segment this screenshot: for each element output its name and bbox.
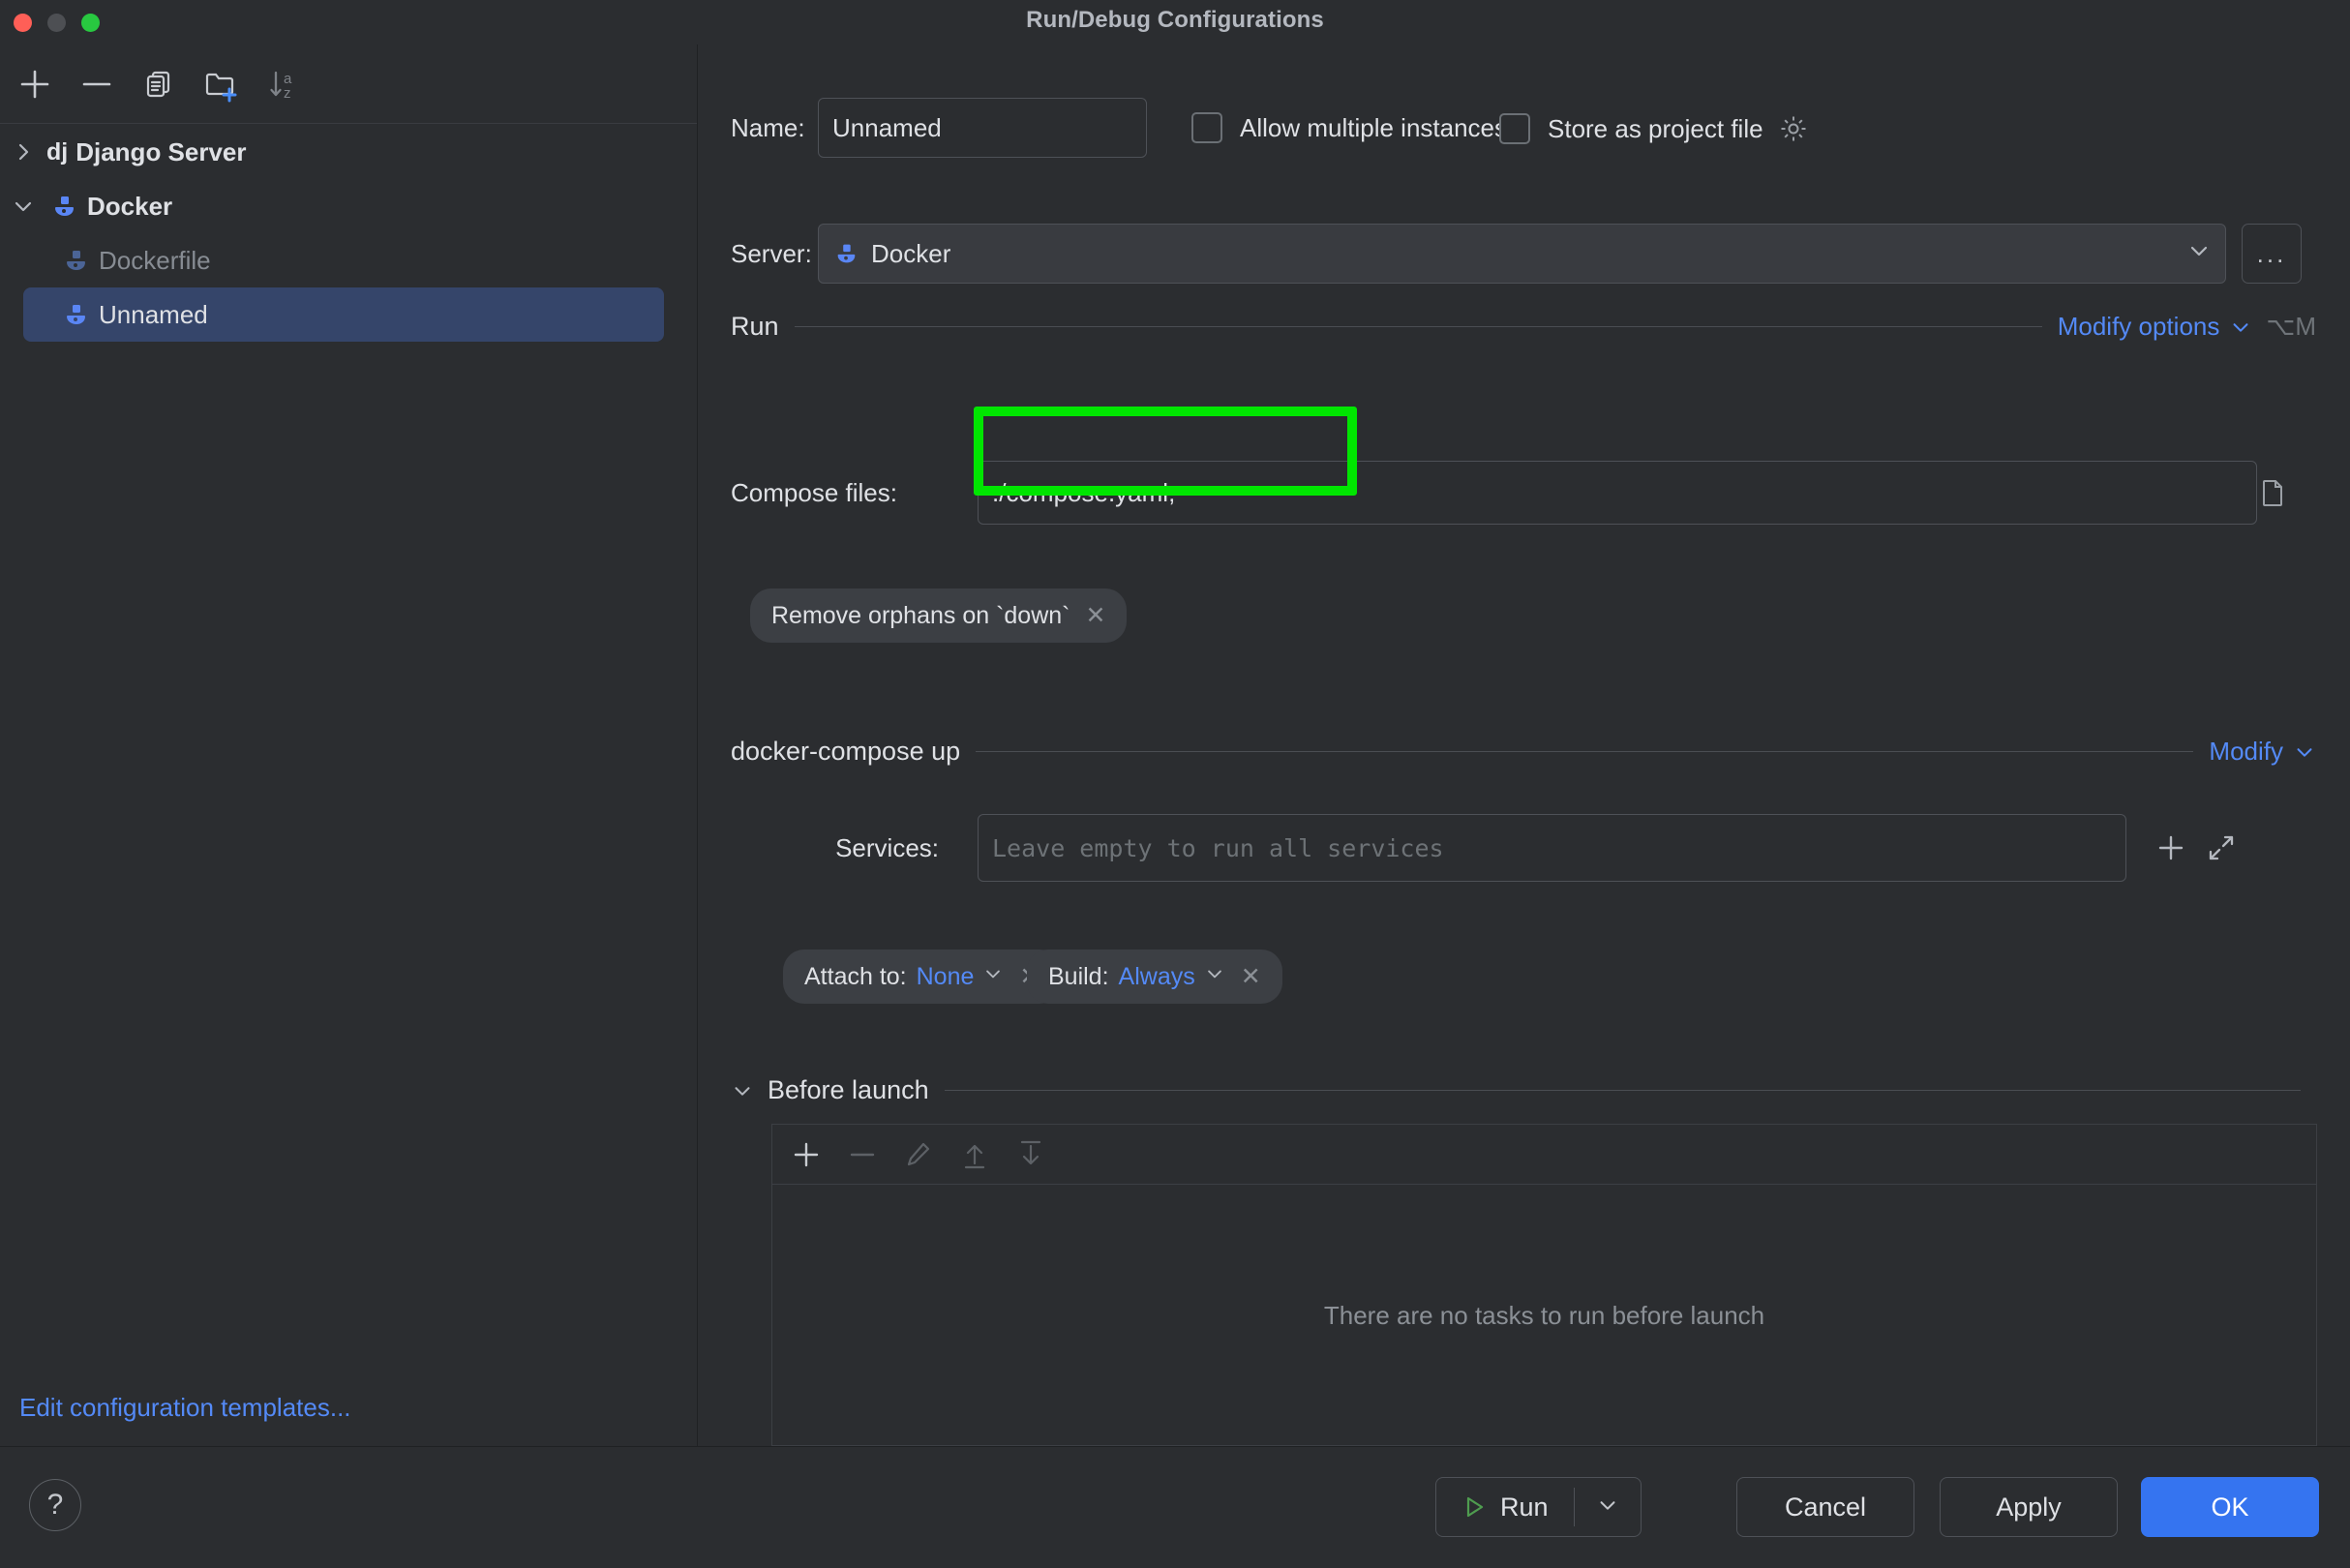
attach-to-chip[interactable]: Attach to: None ✕ [783, 950, 1062, 1004]
tree-item-label: Dockerfile [99, 245, 211, 275]
chevron-down-icon[interactable] [982, 963, 1004, 990]
name-row: Name: Unnamed [731, 98, 1147, 158]
before-launch-task-list: There are no tasks to run before launch [771, 1124, 2317, 1446]
services-label: Services: [835, 832, 939, 862]
tree-item-label: Django Server [75, 136, 247, 166]
build-chip-value[interactable]: Always [1119, 963, 1195, 991]
run-debug-configurations-dialog: Run/Debug Configurations a z dj Django S… [0, 0, 2350, 1568]
edit-configuration-templates-link[interactable]: Edit configuration templates... [19, 1393, 351, 1423]
tree-item-django-server[interactable]: dj Django Server [0, 125, 697, 179]
edit-task-button [902, 1138, 935, 1171]
configuration-editor-panel: Name: Unnamed Allow multiple instances S… [698, 45, 2350, 1446]
docker-icon [58, 300, 93, 329]
name-input[interactable]: Unnamed [818, 98, 1147, 158]
move-task-down-button [1014, 1138, 1047, 1171]
build-chip-label: Build: [1048, 962, 1109, 990]
name-label: Name: [731, 112, 805, 142]
docker-icon [46, 192, 81, 221]
attach-to-chip-label: Attach to: [804, 962, 907, 990]
docker-icon [832, 240, 859, 267]
allow-multiple-instances-checkbox[interactable] [1191, 112, 1222, 143]
close-icon[interactable]: ✕ [1241, 962, 1261, 991]
expand-icon[interactable] [2205, 831, 2238, 864]
chevron-down-icon[interactable] [2229, 316, 2252, 339]
chevron-down-icon[interactable] [2186, 238, 2212, 270]
docker-icon [58, 246, 93, 275]
remove-orphans-chip-label: Remove orphans on `down` [771, 601, 1070, 629]
services-input[interactable]: Leave empty to run all services [978, 814, 2126, 882]
svg-text:z: z [284, 85, 291, 102]
server-select[interactable]: Docker [818, 224, 2226, 284]
compose-up-section-header: docker-compose up Modify [731, 737, 2316, 767]
section-divider [976, 751, 2194, 752]
plus-icon[interactable] [2154, 831, 2187, 864]
before-launch-title: Before launch [768, 1075, 929, 1104]
section-divider [944, 1090, 2301, 1091]
before-launch-header[interactable]: Before launch [731, 1075, 2316, 1105]
server-select-value: Docker [871, 238, 951, 268]
chevron-right-icon[interactable] [0, 141, 46, 163]
before-launch-empty-text: There are no tasks to run before launch [1323, 1300, 1765, 1330]
move-task-up-button [958, 1138, 991, 1171]
gear-icon[interactable] [1777, 112, 1810, 145]
tree-item-label: Docker [87, 191, 173, 221]
django-icon: dj [46, 137, 69, 166]
store-as-project-file-checkbox[interactable] [1499, 113, 1530, 144]
services-row: Services: Leave empty to run all service… [731, 814, 2318, 882]
new-folder-button[interactable] [194, 57, 248, 111]
run-button[interactable]: Run [1435, 1477, 1642, 1537]
section-divider [794, 326, 2042, 327]
window-title: Run/Debug Configurations [1026, 7, 1324, 33]
run-button-label: Run [1500, 1492, 1549, 1522]
server-row: Server: Docker ... [731, 224, 2318, 284]
before-launch-toolbar [772, 1125, 2316, 1185]
remove-task-button [846, 1138, 879, 1171]
window-titlebar: Run/Debug Configurations [0, 0, 2350, 45]
attach-to-chip-value[interactable]: None [917, 963, 975, 991]
sort-alphabetically-button[interactable]: a z [256, 57, 310, 111]
help-button[interactable]: ? [29, 1479, 81, 1531]
store-as-project-file-row[interactable]: Store as project file [1499, 112, 1810, 145]
tree-item-docker[interactable]: Docker [0, 179, 697, 233]
chevron-down-icon[interactable] [0, 196, 46, 217]
compose-files-label: Compose files: [731, 477, 897, 507]
allow-multiple-instances-label: Allow multiple instances [1240, 112, 1508, 142]
remove-configuration-button[interactable] [70, 57, 124, 111]
modify-options-shortcut: ⌥M [2266, 312, 2316, 341]
file-browse-icon[interactable] [2256, 476, 2289, 509]
compose-files-row: Compose files: ./compose.yaml; [731, 461, 2318, 525]
chevron-down-icon[interactable] [2293, 740, 2316, 764]
apply-button[interactable]: Apply [1940, 1477, 2118, 1537]
modify-link[interactable]: Modify [2209, 737, 2283, 767]
remove-orphans-chip[interactable]: Remove orphans on `down` ✕ [750, 588, 1128, 643]
chevron-down-icon[interactable] [731, 1079, 754, 1102]
tree-item-dockerfile[interactable]: Dockerfile [0, 233, 697, 287]
copy-configuration-button[interactable] [132, 57, 186, 111]
close-icon[interactable]: ✕ [1086, 601, 1106, 630]
compose-up-section-title: docker-compose up [731, 737, 961, 766]
play-icon [1461, 1494, 1487, 1520]
dialog-footer: ? Run Cancel Apply OK [0, 1447, 2350, 1568]
configurations-tree: dj Django Server Docker Dockerfile Unnam… [0, 125, 697, 342]
server-label: Server: [731, 238, 812, 268]
ok-button[interactable]: OK [2141, 1477, 2319, 1537]
run-dropdown-button[interactable] [1575, 1493, 1641, 1522]
tree-item-label: Unnamed [99, 299, 208, 329]
compose-files-input[interactable]: ./compose.yaml; [978, 461, 2257, 525]
run-section-title: Run [731, 312, 779, 341]
cancel-button[interactable]: Cancel [1736, 1477, 1914, 1537]
add-task-button[interactable] [790, 1138, 823, 1171]
store-as-project-file-label: Store as project file [1548, 113, 1763, 143]
server-more-button[interactable]: ... [2242, 224, 2302, 284]
allow-multiple-instances-row[interactable]: Allow multiple instances [1191, 112, 1507, 143]
chevron-down-icon[interactable] [1204, 963, 1225, 990]
sidebar-toolbar: a z [0, 45, 697, 124]
run-section-header: Run Modify options ⌥M [731, 312, 2316, 342]
add-configuration-button[interactable] [8, 57, 62, 111]
modify-options-link[interactable]: Modify options [2058, 312, 2220, 342]
tree-item-unnamed[interactable]: Unnamed [23, 287, 664, 342]
build-chip[interactable]: Build: Always ✕ [1027, 950, 1282, 1004]
configurations-sidebar: a z dj Django Server Docker Dockerfile U… [0, 45, 697, 1446]
